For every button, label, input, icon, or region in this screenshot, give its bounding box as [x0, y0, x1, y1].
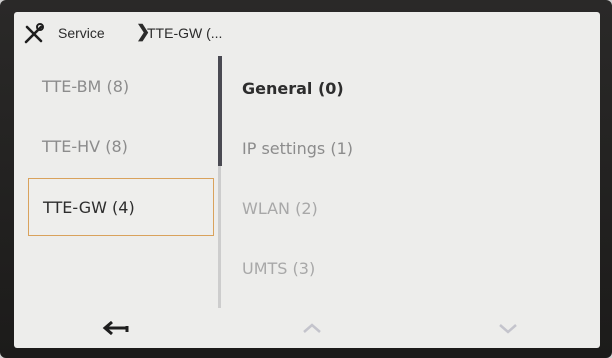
- settings-item-umts[interactable]: UMTS (3): [242, 240, 582, 298]
- chevron-down-icon[interactable]: [492, 316, 524, 340]
- settings-item-general[interactable]: General (0): [242, 60, 582, 118]
- breadcrumb-service[interactable]: Service: [58, 25, 105, 41]
- list-item-tte-bm[interactable]: TTE-BM (8): [28, 58, 214, 116]
- touch-screen: Service ❯ TTE-GW (... TTE-BM (8) TTE-HV …: [14, 12, 600, 348]
- scroll-indicator[interactable]: [218, 56, 222, 166]
- settings-list: General (0) IP settings (1) WLAN (2) UMT…: [228, 56, 600, 306]
- breadcrumb-current: TTE-GW (...: [147, 25, 223, 41]
- tools-icon[interactable]: [22, 22, 46, 46]
- header-bar: Service ❯ TTE-GW (...: [14, 12, 600, 56]
- back-arrow-icon[interactable]: [96, 314, 136, 342]
- chevron-up-icon[interactable]: [296, 316, 328, 340]
- footer-bar: [14, 308, 600, 348]
- device-bezel: Service ❯ TTE-GW (... TTE-BM (8) TTE-HV …: [0, 0, 612, 358]
- device-list: TTE-BM (8) TTE-HV (8) TTE-GW (4): [14, 56, 218, 306]
- settings-item-ip-settings[interactable]: IP settings (1): [242, 120, 582, 178]
- settings-item-wlan[interactable]: WLAN (2): [242, 180, 582, 238]
- list-item-tte-gw[interactable]: TTE-GW (4): [28, 178, 214, 236]
- list-item-tte-hv[interactable]: TTE-HV (8): [28, 118, 214, 176]
